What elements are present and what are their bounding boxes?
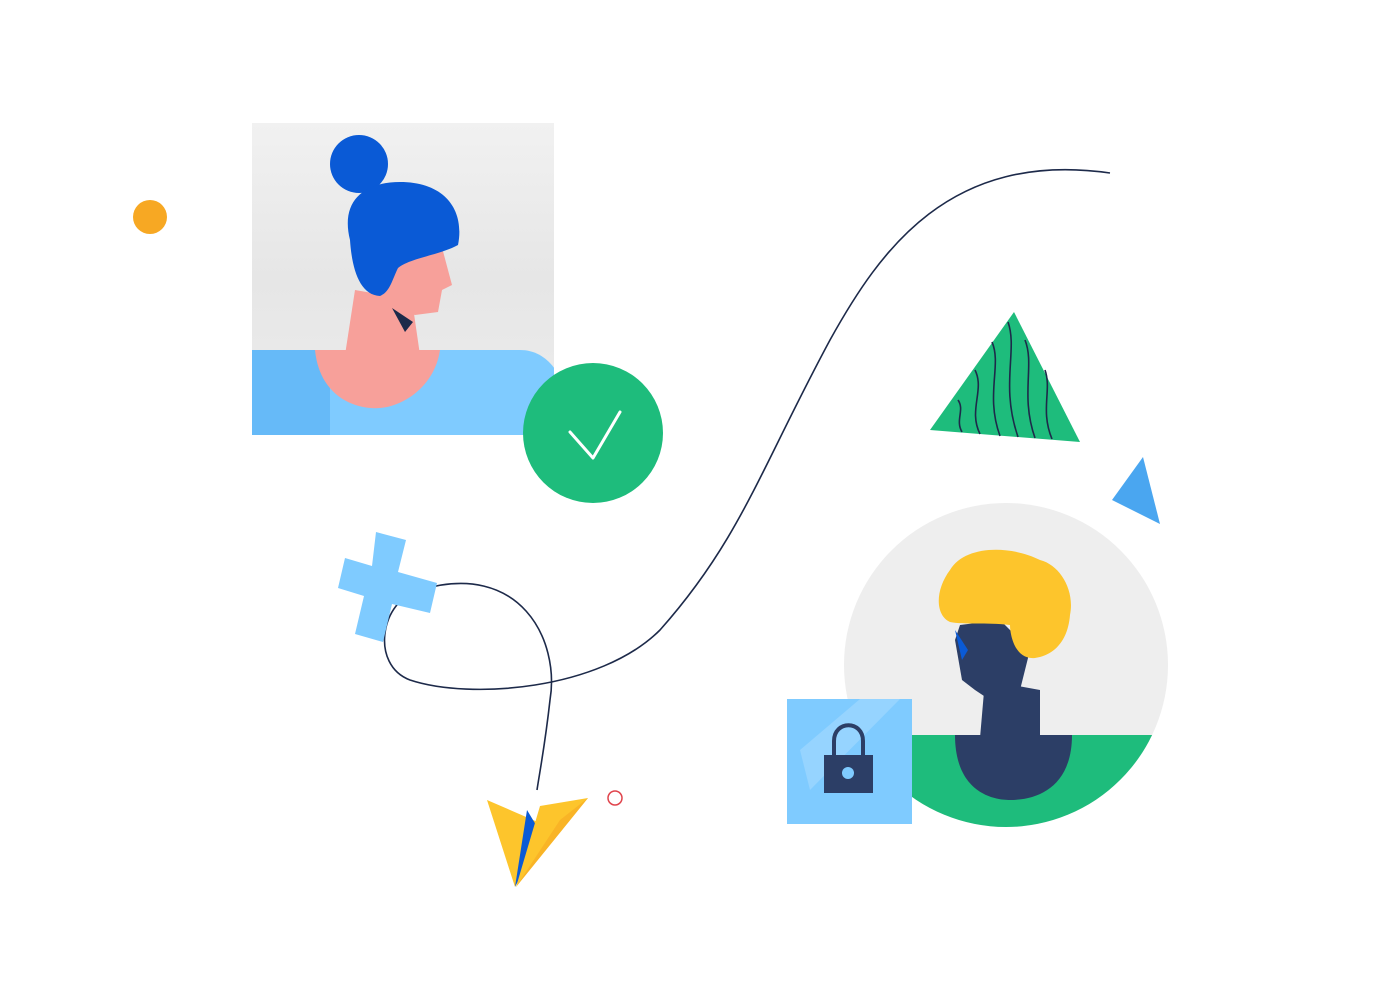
- orange-dot-icon: [133, 200, 167, 234]
- blue-triangle-icon: [1112, 457, 1160, 524]
- plus-icon: [338, 532, 437, 642]
- green-triangle-icon: [930, 312, 1080, 442]
- illustration-scene: [133, 123, 1168, 887]
- red-ring-icon: [607, 790, 623, 806]
- verified-badge: [523, 363, 663, 503]
- woman-portrait-icon: [252, 123, 554, 435]
- lock-badge: [787, 699, 912, 824]
- paper-plane-icon: [487, 798, 588, 887]
